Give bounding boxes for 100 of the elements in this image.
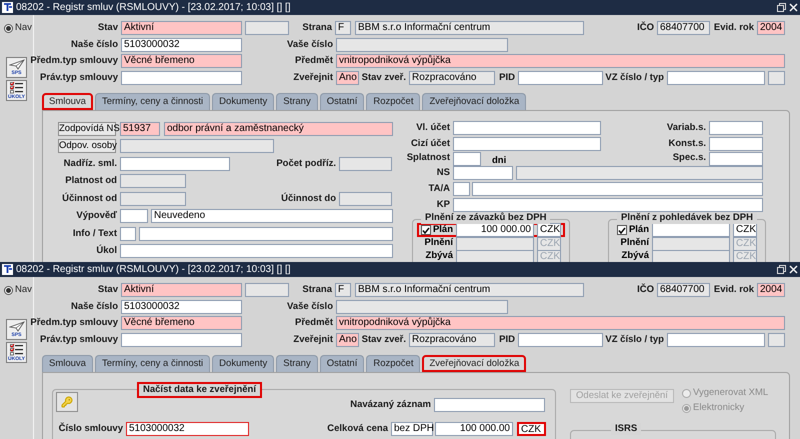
input-field[interactable]: 5103000032 (121, 38, 242, 52)
input-field[interactable] (453, 137, 601, 151)
input-field[interactable]: 100 000.00 (435, 422, 513, 436)
input-field[interactable] (472, 182, 763, 196)
input-field[interactable]: Ano (336, 70, 359, 85)
input-field[interactable]: odbor právní a zaměstnanecký (164, 122, 393, 136)
input-field[interactable]: bez DPH (391, 422, 433, 436)
input-field[interactable]: Ano (336, 332, 359, 347)
input-field[interactable] (709, 121, 763, 135)
input-field[interactable] (121, 332, 242, 347)
input-field[interactable]: Aktivní (121, 21, 242, 36)
input-field[interactable] (245, 21, 289, 36)
input-field[interactable] (121, 70, 242, 85)
input-field[interactable]: F (335, 21, 351, 36)
input-field[interactable] (120, 244, 393, 258)
input-field[interactable]: Neuvedeno (151, 209, 393, 224)
input-field[interactable]: 68407700 (657, 283, 710, 298)
input-field[interactable] (120, 139, 274, 154)
tab[interactable]: Zveřejňovací doložka (422, 93, 526, 110)
input-field[interactable]: Věcné břemeno (121, 316, 242, 330)
tab[interactable]: Dokumenty (212, 93, 274, 110)
field-label: Účinnost do (281, 192, 336, 206)
input-field[interactable]: CZK (733, 223, 757, 237)
input-field[interactable]: 68407700 (657, 21, 710, 36)
input-field[interactable] (456, 236, 534, 250)
input-field[interactable] (453, 121, 601, 135)
tab[interactable]: Termíny, ceny a činnosti (94, 355, 210, 372)
field-label: Zveřejnit (293, 70, 333, 85)
checkbox[interactable] (421, 225, 431, 235)
input-field[interactable] (709, 137, 763, 151)
input-field[interactable] (516, 166, 763, 180)
tab[interactable]: Strany (276, 93, 318, 110)
input-field[interactable] (339, 192, 392, 206)
input-field[interactable]: CZK (517, 422, 546, 436)
input-field[interactable] (245, 283, 289, 298)
input-field[interactable] (120, 174, 186, 188)
input-field[interactable]: vnitropodniková výpůjčka (336, 54, 785, 68)
tab[interactable]: Smlouva (42, 93, 93, 110)
input-field[interactable] (453, 198, 763, 212)
input-field[interactable]: 5103000032 (121, 300, 242, 314)
input-field[interactable]: vnitropodniková výpůjčka (336, 316, 785, 330)
tab[interactable]: Termíny, ceny a činnosti (94, 93, 210, 110)
input-field[interactable] (339, 156, 392, 171)
tab[interactable]: Ostatní (320, 93, 364, 110)
input-field[interactable]: Rozpracováno (409, 332, 495, 347)
input-field[interactable]: Aktivní (121, 283, 242, 298)
tab[interactable]: Dokumenty (212, 355, 274, 372)
field-label: NS (436, 166, 450, 180)
tab[interactable]: Rozpočet (366, 93, 420, 110)
input-field[interactable]: 100 000.00 (456, 223, 534, 237)
input-field[interactable]: Rozpracováno (409, 70, 495, 85)
input-field[interactable] (768, 332, 785, 347)
input-field[interactable] (652, 236, 730, 250)
form-button[interactable]: Odpov. osoby (58, 139, 116, 154)
input-field[interactable] (652, 223, 730, 237)
input-field[interactable]: 51937 (120, 122, 160, 136)
input-field[interactable] (434, 398, 545, 412)
input-field[interactable] (120, 192, 186, 206)
input-field[interactable] (139, 226, 393, 241)
field-label: PID (499, 70, 515, 85)
close-icon[interactable] (789, 3, 798, 12)
tab[interactable]: Rozpočet (366, 355, 420, 372)
input-field[interactable] (709, 152, 763, 166)
tab[interactable]: Ostatní (320, 355, 364, 372)
input-field[interactable]: BBM s.r.o Informační centrum (355, 283, 584, 298)
input-field[interactable] (120, 209, 148, 224)
input-field[interactable] (453, 152, 481, 166)
input-field[interactable] (456, 250, 534, 262)
tab[interactable]: Zveřejňovací doložka (422, 355, 526, 372)
checkbox[interactable] (617, 225, 627, 235)
input-field[interactable] (453, 182, 470, 196)
input-field[interactable]: Věcné břemeno (121, 54, 242, 68)
load-button[interactable] (56, 392, 78, 412)
field-label: Předm.typ smlouvy (30, 54, 118, 68)
input-field[interactable] (453, 166, 513, 180)
input-field[interactable] (336, 38, 508, 52)
input-field[interactable] (518, 332, 603, 347)
tab[interactable]: Smlouva (42, 355, 93, 372)
input-field[interactable]: F (335, 283, 351, 298)
input-field[interactable]: 2004 (757, 21, 785, 36)
restore-icon[interactable] (777, 3, 786, 12)
restore-icon[interactable] (777, 265, 786, 274)
input-field[interactable] (667, 332, 765, 347)
field-label: PID (499, 332, 515, 347)
close-icon[interactable] (789, 265, 798, 274)
field-label: Číslo smlouvy (58, 422, 123, 436)
input-field[interactable]: 5103000032 (126, 422, 249, 436)
input-field[interactable]: BBM s.r.o Informační centrum (355, 21, 584, 36)
input-field[interactable] (336, 300, 508, 314)
input-field[interactable] (518, 70, 603, 85)
input-field[interactable] (120, 156, 230, 171)
input-field[interactable]: CZK (537, 223, 561, 237)
input-field[interactable] (768, 70, 785, 85)
input-field[interactable] (652, 250, 730, 262)
radio-button[interactable] (4, 24, 13, 33)
input-field[interactable] (120, 226, 136, 241)
input-field[interactable] (667, 70, 765, 85)
input-field[interactable]: 2004 (757, 283, 785, 298)
tab[interactable]: Strany (276, 355, 318, 372)
radio-button[interactable] (4, 286, 13, 295)
